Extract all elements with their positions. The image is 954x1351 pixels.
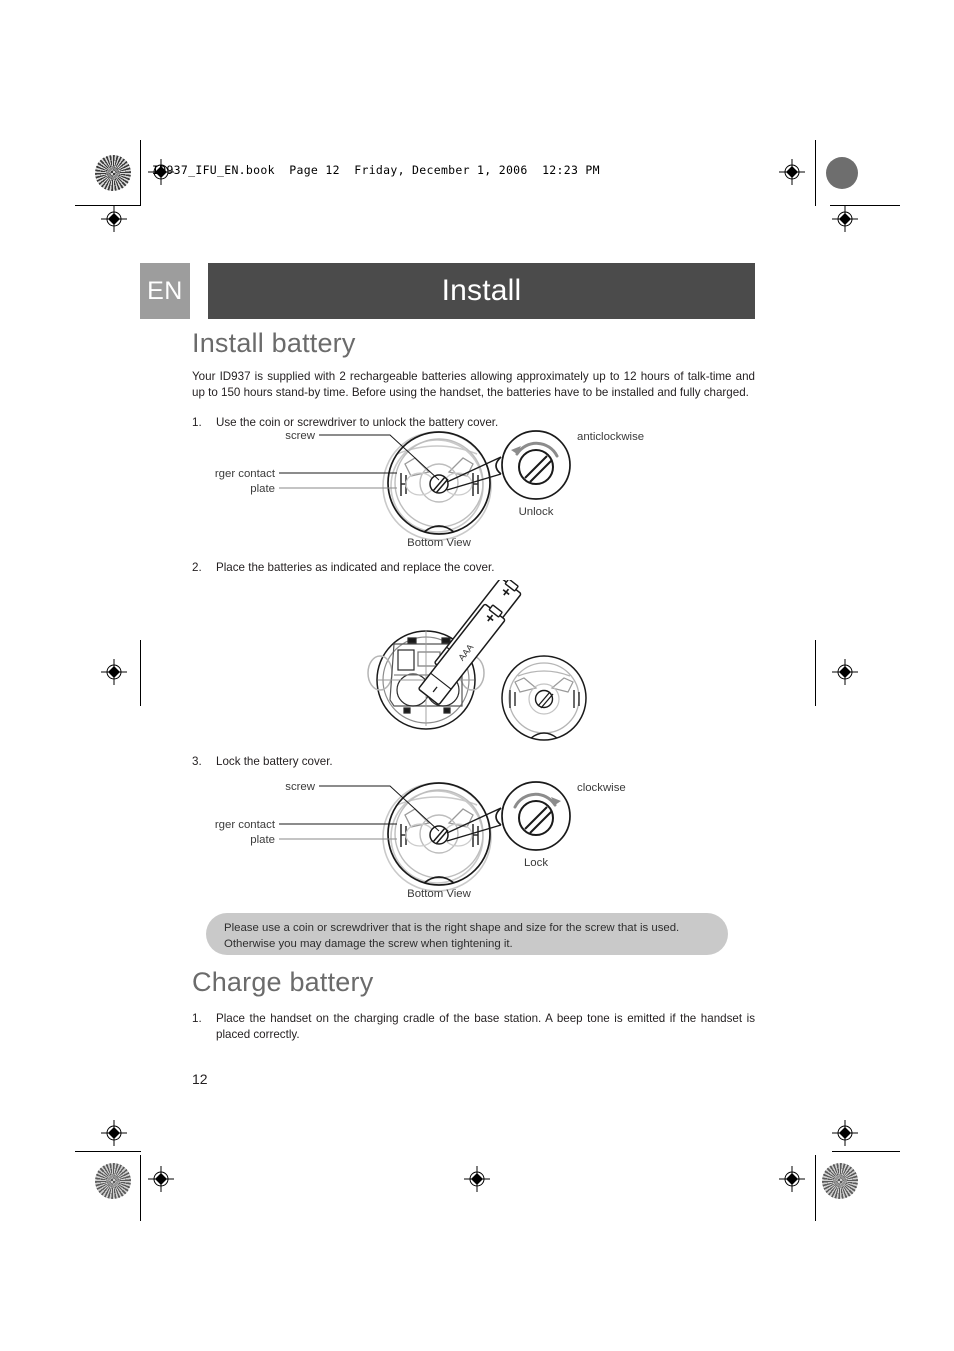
crosshair-bottom-left-inner xyxy=(148,1166,174,1192)
label-lock: Lock xyxy=(524,857,548,869)
page-content: Install battery Your ID937 is supplied w… xyxy=(192,328,755,431)
note-box: Please use a coin or screwdriver that is… xyxy=(206,913,728,955)
leader-lines xyxy=(279,785,502,842)
battery-cover xyxy=(501,655,587,741)
screw-head xyxy=(429,825,449,845)
trim-line-right-lower xyxy=(832,1151,900,1152)
screw-head-magnified xyxy=(518,800,554,836)
crosshair-left-lower xyxy=(101,1120,127,1146)
screw-head xyxy=(429,474,449,494)
magnifier-callout-unlock xyxy=(495,430,571,500)
crosshair-bottom-right-inner xyxy=(779,1166,805,1192)
label-bottom-view: Bottom View xyxy=(407,888,472,900)
label-charger-contact: charger contact xyxy=(215,468,276,480)
screw-head-magnified xyxy=(518,449,554,485)
label-unlock: Unlock xyxy=(519,506,554,518)
label-plate: plate xyxy=(250,483,275,495)
label-bottom-view: Bottom View xyxy=(407,537,472,549)
density-patch-star-bottom-left xyxy=(95,1163,131,1199)
crosshair-left-upper xyxy=(101,206,127,232)
trim-line-bottom-left xyxy=(140,1155,141,1221)
step-item: 1. Place the handset on the charging cra… xyxy=(192,1011,755,1044)
leader-lines xyxy=(279,434,502,491)
label-anticlockwise: anticlockwise xyxy=(577,431,644,443)
trim-line-bottom-right xyxy=(815,1155,816,1221)
label-clockwise: clockwise xyxy=(577,782,626,794)
language-tab-en: EN xyxy=(140,263,190,319)
density-patch-star-bottom-right xyxy=(822,1163,858,1199)
chapter-title: Install xyxy=(208,263,755,319)
label-charger-contact: charger contact xyxy=(215,819,276,831)
density-patch-star-top-left xyxy=(95,155,131,191)
page-number: 12 xyxy=(192,1071,208,1087)
crosshair-left-middle xyxy=(101,659,127,685)
figure-unlock-battery-cover: screw charger contact plate anticlockwis… xyxy=(215,420,645,550)
battery-cell: AAA + – xyxy=(418,603,506,705)
trim-line-top-left xyxy=(140,140,141,206)
step-number: 1. xyxy=(192,1012,202,1026)
install-battery-intro: Your ID937 is supplied with 2 rechargeab… xyxy=(192,370,755,400)
label-screw: screw xyxy=(285,430,316,442)
chapter-band: EN Install xyxy=(140,263,755,319)
crosshair-bottom-center xyxy=(464,1166,490,1192)
label-screw: screw xyxy=(285,781,316,793)
density-patch-solid-top-right xyxy=(826,157,858,189)
crosshair-right-lower xyxy=(832,1120,858,1146)
label-plate: plate xyxy=(250,834,275,846)
step-text: Place the batteries as indicated and rep… xyxy=(216,561,495,574)
section-heading-charge-battery: Charge battery xyxy=(192,967,374,997)
step-number: 1. xyxy=(192,415,202,429)
trim-line-top-right xyxy=(815,140,816,206)
step-number: 3. xyxy=(192,755,202,768)
crosshair-right-middle xyxy=(832,659,858,685)
step-number: 2. xyxy=(192,561,202,574)
figure-insert-batteries: AAA + – AAA + – xyxy=(358,580,608,755)
charge-battery-block: Charge battery 1. Place the handset on t… xyxy=(192,967,755,1044)
step-item: 2. Place the batteries as indicated and … xyxy=(192,560,755,576)
print-file-header: ID937_IFU_EN.book Page 12 Friday, Decemb… xyxy=(152,163,600,177)
step-2-block: 2. Place the batteries as indicated and … xyxy=(192,560,755,576)
trim-line-right-middle xyxy=(815,640,816,706)
crosshair-right-upper xyxy=(832,206,858,232)
trim-line-left-middle xyxy=(140,640,141,706)
step-3-block: 3. Lock the battery cover. xyxy=(192,754,755,770)
trim-line-left-lower xyxy=(75,1151,141,1152)
figure-lock-battery-cover: screw charger contact plate clockwise Lo… xyxy=(215,771,645,901)
step-item: 3. Lock the battery cover. xyxy=(192,754,755,770)
section-heading-install-battery: Install battery xyxy=(192,328,356,358)
magnifier-callout-lock xyxy=(495,781,571,851)
step-text: Lock the battery cover. xyxy=(216,755,333,768)
step-text: Place the handset on the charging cradle… xyxy=(216,1012,755,1042)
crosshair-top-right-inner xyxy=(779,159,805,185)
